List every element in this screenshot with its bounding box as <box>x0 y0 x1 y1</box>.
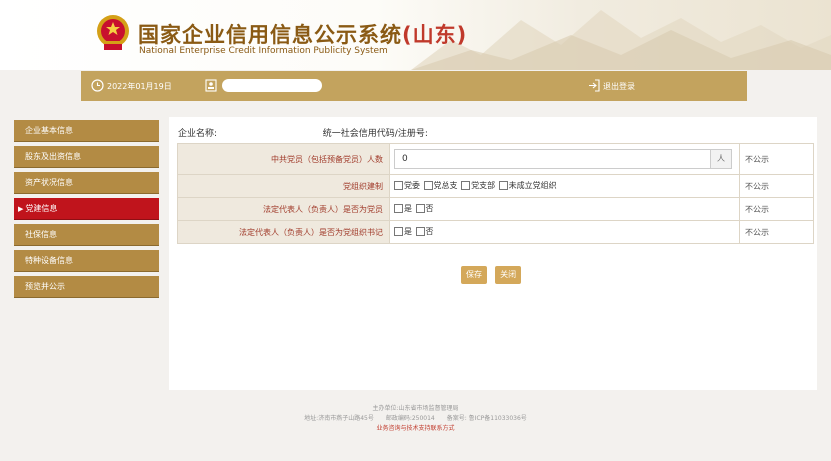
checkbox-box[interactable] <box>394 227 403 236</box>
form-label: 法定代表人（负责人）是否为党组织书记 <box>177 220 390 244</box>
footer-address: 地址:济南市燕子山路45号 邮政编码:250014 备案号: 鲁ICP备1103… <box>304 415 527 422</box>
site-title-en: National Enterprise Credit Information P… <box>139 46 388 56</box>
form-value: 0 人 <box>389 143 740 175</box>
site-header: 国家企业信用信息公示系统(山东) National Enterprise Cre… <box>0 0 831 70</box>
sidebar-item-social-security[interactable]: 社保信息 <box>14 224 159 246</box>
unit-label: 人 <box>710 150 731 168</box>
company-name-label: 企业名称: <box>178 129 218 139</box>
checkbox-box[interactable] <box>498 181 508 190</box>
clock-icon <box>91 79 104 92</box>
publicity-status: 不公示 <box>739 220 814 244</box>
sidebar-item-shareholders[interactable]: 股东及出资信息 <box>14 146 159 168</box>
publicity-status: 不公示 <box>739 197 814 221</box>
checkbox-no[interactable]: 否 <box>415 203 434 214</box>
site-title: 国家企业信用信息公示系统(山东) <box>138 23 468 47</box>
close-button[interactable]: 关闭 <box>495 266 522 284</box>
checkbox-branch[interactable]: 党支部 <box>461 180 495 191</box>
national-emblem-icon <box>97 15 129 50</box>
id-card-icon <box>205 79 217 92</box>
checkbox-box[interactable] <box>461 181 471 190</box>
main-panel: 企业名称: 统一社会信用代码/注册号: 中共党员（包括预备党员）人数 0 人 不… <box>169 117 817 390</box>
footer-support-link[interactable]: 业务咨询与技术支持联系方式 <box>0 424 831 434</box>
mountain-background <box>411 10 831 70</box>
save-button[interactable]: 保存 <box>461 266 487 284</box>
site-title-province: (山东) <box>402 23 468 47</box>
checkbox-no-organization[interactable]: 未成立党组织 <box>498 180 557 191</box>
company-info-line: 企业名称: 统一社会信用代码/注册号: <box>178 126 428 139</box>
form-label: 中共党员（包括预备党员）人数 <box>177 143 390 175</box>
form-actions: 保存 关闭 <box>461 262 524 284</box>
publicity-status: 不公示 <box>739 174 814 198</box>
sidebar-item-assets[interactable]: 资产状况信息 <box>14 172 159 194</box>
sidebar-item-party-building[interactable]: ▶ 党建信息 <box>14 198 159 220</box>
active-arrow-icon: ▶ <box>18 205 24 213</box>
site-footer: 主办单位:山东省市场监督管理局 地址:济南市燕子山路45号 邮政编码:25001… <box>0 404 831 434</box>
form-value: 是 否 <box>389 220 740 244</box>
form-row-party-organization: 党组织建制 党委 党总支 党支部 未成立党组织 不公示 <box>177 174 814 198</box>
footer-organizer: 主办单位:山东省市场监督管理局 <box>372 405 459 412</box>
logout-link[interactable]: 退出登录 <box>603 81 635 92</box>
party-member-count-input[interactable]: 0 人 <box>394 149 732 169</box>
checkbox-box[interactable] <box>394 204 403 213</box>
checkbox-box[interactable] <box>415 227 425 236</box>
credit-code-label: 统一社会信用代码/注册号: <box>322 129 428 139</box>
party-info-form: 中共党员（包括预备党员）人数 0 人 不公示 党组织建制 党委 党总支 党支部 … <box>177 143 814 244</box>
publicity-status: 不公示 <box>739 143 814 175</box>
checkbox-box[interactable] <box>394 181 403 190</box>
current-date: 2022年01月19日 <box>107 82 172 91</box>
sidebar-item-basic-info[interactable]: 企业基本信息 <box>14 120 159 142</box>
sidebar-nav: 企业基本信息 股东及出资信息 资产状况信息 ▶ 党建信息 社保信息 特种设备信息 … <box>14 120 159 302</box>
checkbox-box[interactable] <box>415 204 425 213</box>
checkbox-yes[interactable]: 是 <box>394 203 412 214</box>
form-label: 党组织建制 <box>177 174 390 198</box>
form-row-party-members: 中共党员（包括预备党员）人数 0 人 不公示 <box>177 143 814 175</box>
checkbox-box[interactable] <box>423 181 433 190</box>
checkbox-no[interactable]: 否 <box>415 226 434 237</box>
form-value: 是 否 <box>389 197 740 221</box>
form-label: 法定代表人（负责人）是否为党员 <box>177 197 390 221</box>
sidebar-item-preview-publish[interactable]: 预览并公示 <box>14 276 159 298</box>
sidebar-item-special-equipment[interactable]: 特种设备信息 <box>14 250 159 272</box>
checkbox-party-committee[interactable]: 党委 <box>394 180 420 191</box>
form-row-legal-rep-member: 法定代表人（负责人）是否为党员 是 否 不公示 <box>177 197 814 221</box>
checkbox-general-branch[interactable]: 党总支 <box>423 180 458 191</box>
form-value: 党委 党总支 党支部 未成立党组织 <box>389 174 740 198</box>
form-row-legal-rep-secretary: 法定代表人（负责人）是否为党组织书记 是 否 不公示 <box>177 220 814 244</box>
checkbox-yes[interactable]: 是 <box>394 226 412 237</box>
top-bar: 2022年01月19日 退出登录 <box>81 71 747 101</box>
party-member-count-value[interactable]: 0 <box>395 154 710 164</box>
logout-icon[interactable] <box>588 79 600 92</box>
user-name-redacted <box>222 79 322 92</box>
